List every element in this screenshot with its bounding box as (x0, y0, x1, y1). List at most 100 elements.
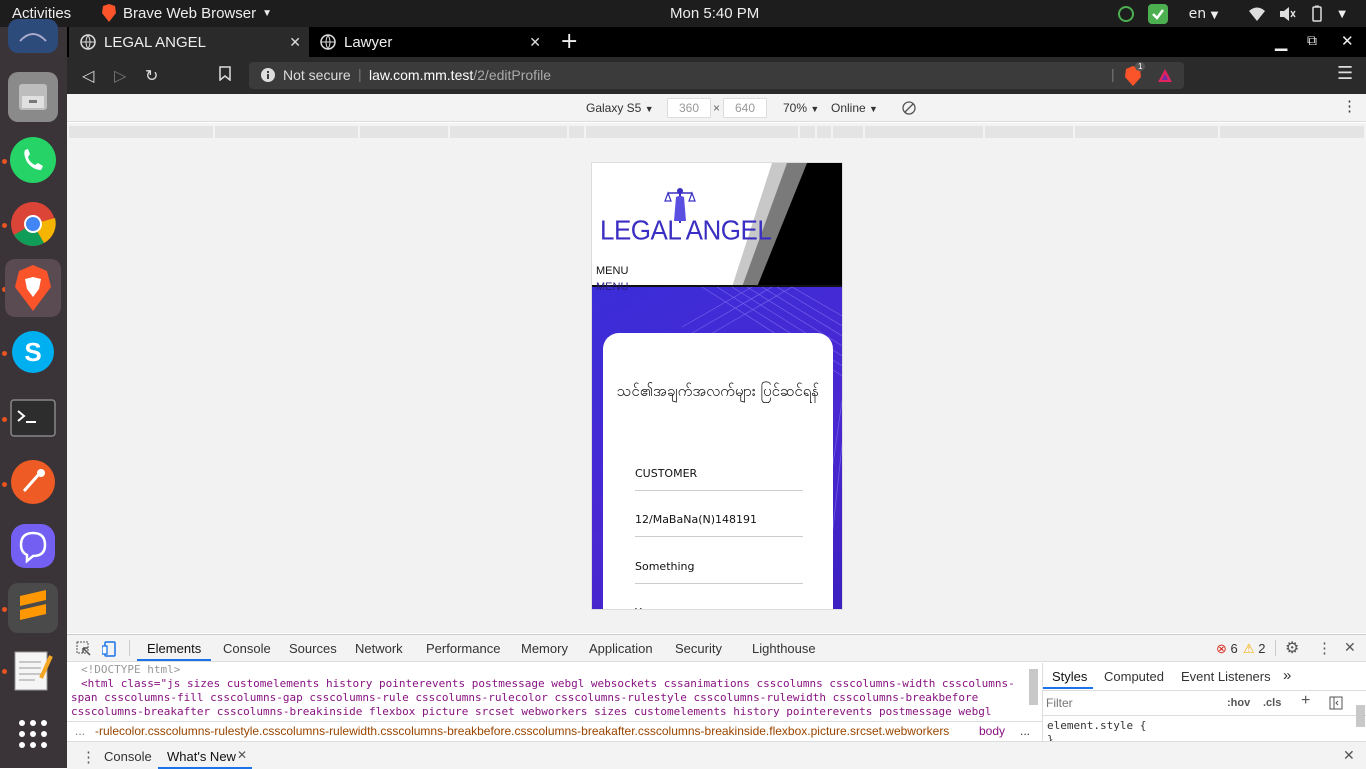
breadcrumb-body[interactable]: body (979, 724, 1005, 738)
media-query-segment[interactable] (833, 126, 863, 138)
dock-chrome[interactable] (8, 199, 58, 249)
address-field[interactable]: Something (635, 554, 803, 584)
class-toggle[interactable]: .cls (1263, 697, 1281, 709)
media-query-segment[interactable] (1220, 126, 1364, 138)
media-query-bar[interactable] (67, 123, 1366, 140)
minimize-button[interactable]: ▁ (1275, 32, 1287, 51)
new-tab-button[interactable]: + (560, 29, 578, 54)
media-query-segment[interactable] (586, 126, 798, 138)
inspect-element-icon[interactable] (76, 641, 92, 657)
tab-network[interactable]: Network (355, 641, 403, 656)
site-logo[interactable]: LEGAL ANGEL (600, 214, 772, 247)
media-query-segment[interactable] (69, 126, 213, 138)
toggle-sidebar-icon[interactable] (1329, 696, 1343, 710)
reload-button[interactable]: ↻ (145, 66, 158, 85)
chat-status-icon[interactable] (1117, 5, 1135, 23)
elements-dom-tree[interactable]: <!DOCTYPE html> <html class="js sizes cu… (67, 663, 1032, 729)
drawer-menu-icon[interactable]: ⋮ (81, 748, 96, 766)
info-icon[interactable] (260, 67, 276, 83)
chevron-down-icon[interactable]: ▼ (1338, 9, 1346, 20)
dock-terminal[interactable] (8, 393, 58, 443)
close-drawer-tab-icon[interactable]: ✕ (237, 748, 247, 762)
warning-counter[interactable]: ⚠ 2 (1243, 641, 1266, 657)
tab-elements[interactable]: Elements (147, 641, 201, 656)
more-options-icon[interactable]: ⋮ (1317, 639, 1332, 657)
drawer-tab-console[interactable]: Console (104, 749, 152, 764)
dock-text-editor[interactable] (8, 645, 58, 695)
tab-event-listeners[interactable]: Event Listeners (1181, 669, 1271, 684)
height-input[interactable]: 640 (723, 98, 767, 118)
add-style-rule-icon[interactable]: + (1301, 692, 1310, 710)
app-menu[interactable]: Brave Web Browser ▼ (101, 4, 272, 22)
address-bar[interactable]: Not secure | law.com.mm.test/2/editProfi… (249, 62, 1184, 89)
tab-memory[interactable]: Memory (521, 641, 568, 656)
tab-console[interactable]: Console (223, 641, 271, 656)
html-node-line[interactable]: <html class="js sizes customelements his… (71, 677, 1032, 691)
dock-viber[interactable] (8, 521, 58, 571)
back-button[interactable]: ◁ (82, 66, 94, 85)
update-check-icon[interactable] (1147, 3, 1169, 25)
close-tab-icon[interactable]: ✕ (289, 34, 301, 51)
tab-sources[interactable]: Sources (289, 641, 337, 656)
dock-files[interactable] (8, 72, 58, 122)
more-options-icon[interactable]: ⋮ (1342, 97, 1357, 115)
close-devtools-icon[interactable]: ✕ (1344, 639, 1356, 656)
hamburger-menu-icon[interactable]: ☰ (1337, 63, 1353, 84)
tab-styles[interactable]: Styles (1052, 669, 1087, 684)
more-tabs-icon[interactable]: » (1283, 667, 1291, 684)
width-input[interactable]: 360 (667, 98, 711, 118)
media-query-segment[interactable] (1075, 126, 1218, 138)
styles-scrollbar[interactable] (1356, 705, 1365, 727)
doctype-node[interactable]: <!DOCTYPE html> (71, 663, 1032, 677)
media-query-segment[interactable] (215, 126, 358, 138)
zoom-select[interactable]: 70% ▼ (783, 101, 819, 115)
menu-toggle-duplicate[interactable]: MENU (596, 281, 628, 293)
dock-brave[interactable] (5, 259, 61, 317)
nrc-field[interactable]: 12/MaBaNa(N)148191 (635, 507, 803, 537)
dock-app-unknown[interactable] (8, 19, 58, 53)
maximize-button[interactable]: ⧉ (1307, 33, 1317, 49)
url-text[interactable]: law.com.mm.test/2/editProfile (369, 67, 551, 83)
dom-tree-scrollbar[interactable] (1029, 669, 1038, 705)
dock-skype[interactable]: S (8, 327, 58, 377)
media-query-segment[interactable] (817, 126, 831, 138)
wifi-icon[interactable] (1248, 5, 1266, 23)
name-field[interactable]: CUSTOMER (635, 461, 803, 491)
drawer-tab-whats-new[interactable]: What's New (167, 749, 236, 764)
bookmark-icon[interactable] (219, 66, 231, 85)
device-select[interactable]: Galaxy S5 ▼ (586, 101, 654, 115)
brave-rewards-icon[interactable] (1158, 69, 1172, 83)
breadcrumb-overflow[interactable]: ... (75, 724, 85, 738)
tab-lawyer[interactable]: Lawyer ✕ (309, 27, 549, 57)
tab-computed[interactable]: Computed (1104, 669, 1164, 684)
breadcrumb-html[interactable]: -rulecolor.csscolumns-rulestyle.csscolum… (95, 724, 949, 738)
dock-postman[interactable] (8, 457, 58, 507)
tab-lighthouse[interactable]: Lighthouse (752, 641, 816, 656)
dock-sublime[interactable] (8, 583, 58, 633)
close-tab-icon[interactable]: ✕ (529, 34, 541, 51)
close-window-button[interactable]: ✕ (1341, 32, 1354, 50)
media-query-segment[interactable] (985, 126, 1073, 138)
element-style-rule[interactable]: element.style { (1047, 719, 1146, 732)
media-query-segment[interactable] (450, 126, 567, 138)
city-field[interactable]: Yangon (635, 600, 803, 609)
throttle-select[interactable]: Online ▼ (831, 101, 878, 115)
hover-state-toggle[interactable]: :hov (1227, 697, 1250, 709)
tab-application[interactable]: Application (589, 641, 653, 656)
media-query-segment[interactable] (569, 126, 584, 138)
html-node-line[interactable]: span csscolumns-fill csscolumns-gap cssc… (71, 691, 1032, 705)
volume-mute-icon[interactable] (1278, 5, 1296, 23)
styles-filter-input[interactable] (1046, 694, 1216, 712)
battery-icon[interactable] (1308, 5, 1326, 23)
media-query-segment[interactable] (360, 126, 448, 138)
close-drawer-icon[interactable]: ✕ (1343, 747, 1355, 764)
device-toggle-icon[interactable] (102, 641, 118, 657)
error-counter[interactable]: ⊗ 6 (1216, 641, 1238, 657)
rotate-icon[interactable] (902, 101, 916, 115)
clock[interactable]: Mon 5:40 PM (670, 5, 759, 22)
tab-legal-angel[interactable]: LEGAL ANGEL ✕ (69, 27, 309, 57)
media-query-segment[interactable] (865, 126, 983, 138)
menu-toggle[interactable]: MENU (596, 265, 628, 277)
language-indicator[interactable]: en ▼ (1189, 6, 1219, 22)
html-node-line[interactable]: csscolumns-breakafter csscolumns-breakin… (71, 705, 1032, 719)
